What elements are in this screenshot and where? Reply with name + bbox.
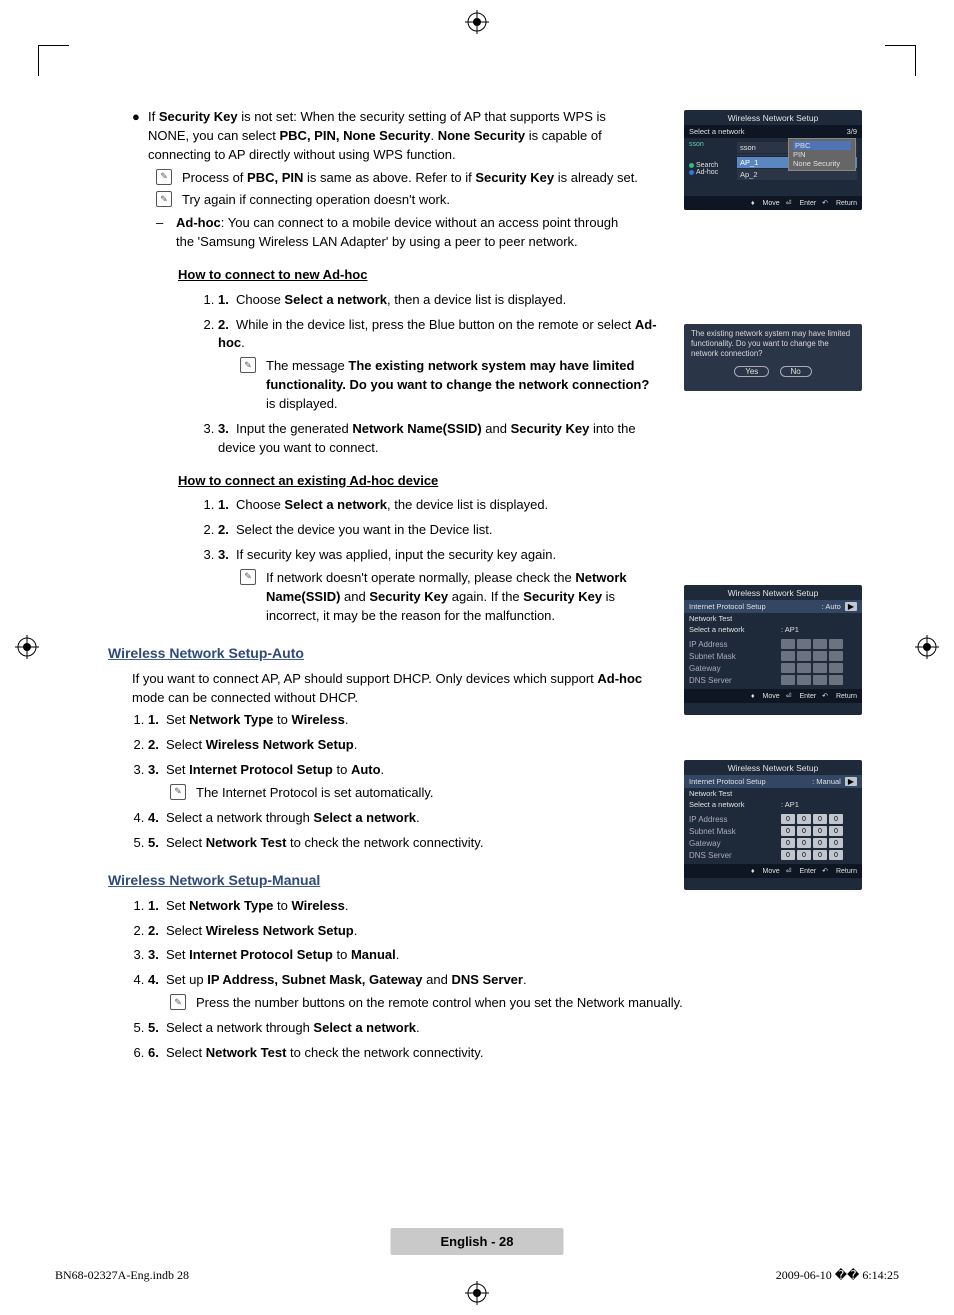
page-number: English - 28 xyxy=(391,1228,564,1255)
bullet-icon: ● xyxy=(132,108,138,165)
no-button[interactable]: No xyxy=(780,366,812,377)
registration-mark-left xyxy=(15,635,39,664)
step-3: 3.Input the generated Network Name(SSID)… xyxy=(218,420,658,458)
step-2: 2.Select Wireless Network Setup. xyxy=(148,736,878,755)
note-try-again: Try again if connecting operation doesn'… xyxy=(182,191,450,210)
crop-mark-tr xyxy=(885,45,916,76)
step-4: 4.Set up IP Address, Subnet Mask, Gatewa… xyxy=(148,971,878,1013)
screenshot-setup-manual: Wireless Network Setup Internet Protocol… xyxy=(684,760,862,890)
note-icon xyxy=(156,169,172,185)
yes-button[interactable]: Yes xyxy=(734,366,769,377)
step-3: 3.If security key was applied, input the… xyxy=(218,546,658,625)
step-1: 1.Set Network Type to Wireless. xyxy=(148,897,878,916)
note-icon xyxy=(240,569,256,585)
step-6: 6.Select Network Test to check the netwo… xyxy=(148,1044,878,1063)
note-icon xyxy=(170,784,186,800)
registration-mark-bottom xyxy=(465,1281,489,1310)
dialog-message: The existing network system may have lim… xyxy=(684,324,862,364)
print-footer: BN68-02327A-Eng.indb 28 2009-06-10 �� 6:… xyxy=(55,1268,899,1283)
note-icon xyxy=(240,357,256,373)
screenshot-setup-auto: Wireless Network Setup Internet Protocol… xyxy=(684,585,862,715)
auto-intro: If you want to connect AP, AP should sup… xyxy=(132,670,672,708)
steps-manual: 1.Set Network Type to Wireless. 2.Select… xyxy=(148,897,878,1063)
heading-existing-adhoc: How to connect an existing Ad-hoc device xyxy=(178,472,878,491)
step-2: 2.Select Wireless Network Setup. xyxy=(148,922,878,941)
registration-mark-right xyxy=(915,635,939,664)
step-1: 1.Choose Select a network, the device li… xyxy=(218,496,878,515)
adhoc-paragraph: Ad-hoc: You can connect to a mobile devi… xyxy=(176,214,636,252)
arrow-right-icon: ▶ xyxy=(845,602,857,611)
screenshot-network-list: Wireless Network Setup Select a network3… xyxy=(684,110,862,210)
note-auto-ip: The Internet Protocol is set automatical… xyxy=(196,784,433,803)
arrow-right-icon: ▶ xyxy=(845,777,857,786)
step-3: 3.Set Internet Protocol Setup to Manual. xyxy=(148,946,878,965)
footer-filename: BN68-02327A-Eng.indb 28 xyxy=(55,1268,189,1283)
security-popup: PBC PIN None Security xyxy=(788,138,856,171)
note-number-buttons: Press the number buttons on the remote c… xyxy=(196,994,683,1013)
dash-icon: – xyxy=(156,214,166,252)
screenshot-confirm-dialog: The existing network system may have lim… xyxy=(684,324,862,391)
step-2: 2.Select the device you want in the Devi… xyxy=(218,521,878,540)
step-5: 5.Select a network through Select a netw… xyxy=(148,1019,878,1038)
shot-title: Wireless Network Setup xyxy=(684,110,862,125)
note-pbc-pin: Process of PBC, PIN is same as above. Re… xyxy=(182,169,638,188)
note-existing-network: The message The existing network system … xyxy=(266,357,658,414)
footer-timestamp: 2009-06-10 �� 6:14:25 xyxy=(776,1268,899,1283)
registration-mark-top xyxy=(465,10,489,39)
note-icon xyxy=(170,994,186,1010)
note-icon xyxy=(156,191,172,207)
security-key-paragraph: If Security Key is not set: When the sec… xyxy=(148,108,648,165)
step-1: 1.Choose Select a network, then a device… xyxy=(218,291,878,310)
heading-new-adhoc: How to connect to new Ad-hoc xyxy=(178,266,878,285)
crop-mark-tl xyxy=(38,45,69,76)
note-check-ssid: If network doesn't operate normally, ple… xyxy=(266,569,658,626)
step-2: 2.While in the device list, press the Bl… xyxy=(218,316,658,414)
page: ● If Security Key is not set: When the s… xyxy=(0,0,954,1315)
